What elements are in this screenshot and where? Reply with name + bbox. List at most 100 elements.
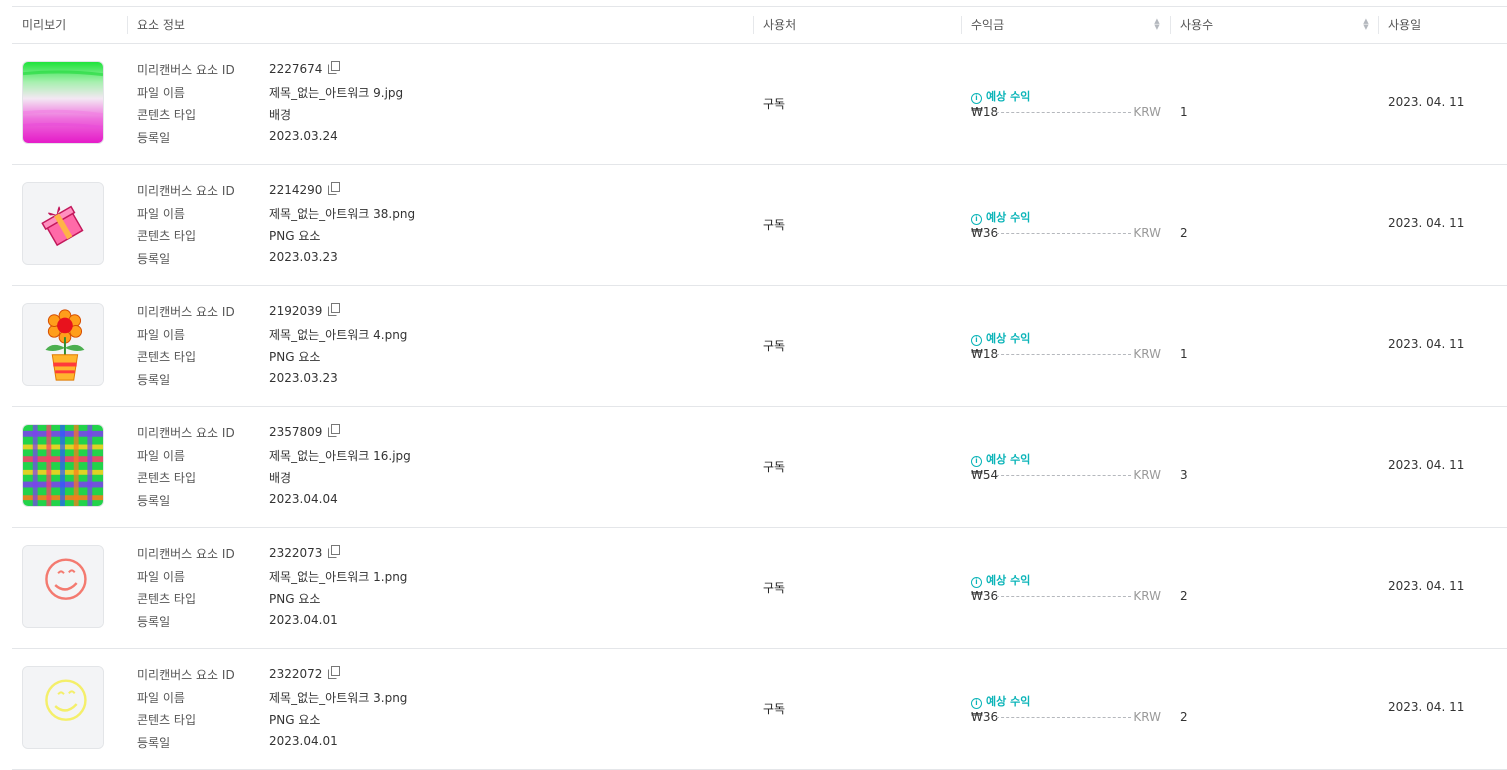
usage-count: 2 — [1180, 710, 1188, 724]
label-registered: 등록일 — [137, 615, 171, 629]
divider — [996, 717, 1131, 718]
table-row: 미리캔버스 요소 ID 2322072 파일 이름 제목_없는_아트워크 3.p… — [12, 649, 1507, 770]
revenue-line: ₩36 KRW — [971, 226, 1161, 242]
usage-type: 구독 — [763, 702, 786, 716]
revenue-amount: ₩36 — [971, 710, 999, 724]
usage-type: 구독 — [763, 339, 786, 353]
revenue-line: ₩36 KRW — [971, 589, 1161, 605]
content-type: PNG 요소 — [269, 350, 321, 364]
expected-revenue-label[interactable]: i 예상 수익 — [971, 209, 1030, 225]
revenue-line: ₩18 KRW — [971, 347, 1161, 363]
info-icon[interactable]: i — [971, 698, 982, 709]
expected-revenue-label[interactable]: i 예상 수익 — [971, 693, 1030, 709]
usage-date: 2023. 04. 11 — [1388, 216, 1465, 230]
label-filename: 파일 이름 — [137, 449, 185, 463]
preview-thumbnail[interactable] — [22, 303, 104, 386]
header-info: 요소 정보 — [127, 7, 185, 43]
revenue-line: ₩18 KRW — [971, 105, 1161, 121]
info-icon[interactable]: i — [971, 456, 982, 467]
label-content-type: 콘텐츠 타입 — [137, 713, 197, 727]
label-registered: 등록일 — [137, 373, 171, 387]
preview-thumbnail[interactable] — [22, 61, 104, 144]
registered-date: 2023.03.23 — [269, 250, 338, 264]
currency: KRW — [1133, 347, 1161, 361]
table-row: 미리캔버스 요소 ID 2227674 파일 이름 제목_없는_아트워크 9.j… — [12, 44, 1507, 165]
usage-count: 2 — [1180, 589, 1188, 603]
content-type: 배경 — [269, 471, 292, 485]
label-content-type: 콘텐츠 타입 — [137, 471, 197, 485]
revenue-amount: ₩54 — [971, 468, 999, 482]
registered-date: 2023.04.04 — [269, 492, 338, 506]
copy-icon[interactable] — [328, 61, 341, 74]
label-content-type: 콘텐츠 타입 — [137, 592, 197, 606]
header-preview: 미리보기 — [22, 18, 67, 32]
usage-count: 1 — [1180, 105, 1188, 119]
revenue-amount: ₩36 — [971, 226, 999, 240]
revenue-line: ₩36 KRW — [971, 710, 1161, 726]
label-element-id: 미리캔버스 요소 ID — [137, 668, 235, 682]
table-row: 미리캔버스 요소 ID 2322073 파일 이름 제목_없는_아트워크 1.p… — [12, 528, 1507, 649]
label-registered: 등록일 — [137, 494, 171, 508]
label-filename: 파일 이름 — [137, 328, 185, 342]
content-type: PNG 요소 — [269, 592, 321, 606]
usage-date: 2023. 04. 11 — [1388, 458, 1465, 472]
label-filename: 파일 이름 — [137, 207, 185, 221]
content-type: 배경 — [269, 108, 292, 122]
registered-date: 2023.04.01 — [269, 613, 338, 627]
copy-icon[interactable] — [328, 303, 341, 316]
usage-type: 구독 — [763, 460, 786, 474]
copy-icon[interactable] — [328, 666, 341, 679]
filename: 제목_없는_아트워크 3.png — [269, 691, 408, 705]
element-id: 2357809 — [269, 424, 341, 439]
label-element-id: 미리캔버스 요소 ID — [137, 184, 235, 198]
usage-type: 구독 — [763, 97, 786, 111]
divider — [996, 112, 1131, 113]
copy-icon[interactable] — [328, 424, 341, 437]
usage-date: 2023. 04. 11 — [1388, 95, 1465, 109]
revenue-line: ₩54 KRW — [971, 468, 1161, 484]
label-element-id: 미리캔버스 요소 ID — [137, 547, 235, 561]
expected-revenue-label[interactable]: i 예상 수익 — [971, 88, 1030, 104]
revenue-amount: ₩18 — [971, 347, 999, 361]
preview-thumbnail[interactable] — [22, 182, 104, 265]
usage-count: 1 — [1180, 347, 1188, 361]
label-content-type: 콘텐츠 타입 — [137, 350, 197, 364]
content-type: PNG 요소 — [269, 713, 321, 727]
element-id: 2214290 — [269, 182, 341, 197]
registered-date: 2023.03.23 — [269, 371, 338, 385]
copy-icon[interactable] — [328, 182, 341, 195]
info-icon[interactable]: i — [971, 93, 982, 104]
sort-revenue-icon[interactable]: ▲ ▼ — [1153, 18, 1161, 32]
info-icon[interactable]: i — [971, 214, 982, 225]
label-content-type: 콘텐츠 타입 — [137, 229, 197, 243]
header-usage: 사용처 — [753, 7, 796, 43]
info-icon[interactable]: i — [971, 335, 982, 346]
registered-date: 2023.04.01 — [269, 734, 338, 748]
table-row: 미리캔버스 요소 ID 2357809 파일 이름 제목_없는_아트워크 16.… — [12, 407, 1507, 528]
expected-revenue-label[interactable]: i 예상 수익 — [971, 330, 1030, 346]
divider — [996, 475, 1131, 476]
divider — [996, 233, 1131, 234]
preview-thumbnail[interactable] — [22, 666, 104, 749]
element-id: 2322073 — [269, 545, 341, 560]
table-header: 미리보기 요소 정보 사용처 수익금 ▲ ▼ 사용수 ▲ ▼ 사용일 — [12, 7, 1507, 44]
element-id: 2192039 — [269, 303, 341, 318]
expected-revenue-label[interactable]: i 예상 수익 — [971, 572, 1030, 588]
info-icon[interactable]: i — [971, 577, 982, 588]
label-element-id: 미리캔버스 요소 ID — [137, 426, 235, 440]
sort-count-icon[interactable]: ▲ ▼ — [1362, 18, 1370, 32]
preview-thumbnail[interactable] — [22, 545, 104, 628]
usage-date: 2023. 04. 11 — [1388, 337, 1465, 351]
usage-type: 구독 — [763, 581, 786, 595]
expected-revenue-label[interactable]: i 예상 수익 — [971, 451, 1030, 467]
header-count[interactable]: 사용수 ▲ ▼ — [1170, 7, 1370, 43]
element-id: 2227674 — [269, 61, 341, 76]
divider — [996, 354, 1131, 355]
preview-thumbnail[interactable] — [22, 424, 104, 507]
copy-icon[interactable] — [328, 545, 341, 558]
label-registered: 등록일 — [137, 252, 171, 266]
label-content-type: 콘텐츠 타입 — [137, 108, 197, 122]
table-row: 미리캔버스 요소 ID 2192039 파일 이름 제목_없는_아트워크 4.p… — [12, 286, 1507, 407]
registered-date: 2023.03.24 — [269, 129, 338, 143]
header-revenue[interactable]: 수익금 ▲ ▼ — [961, 7, 1161, 43]
